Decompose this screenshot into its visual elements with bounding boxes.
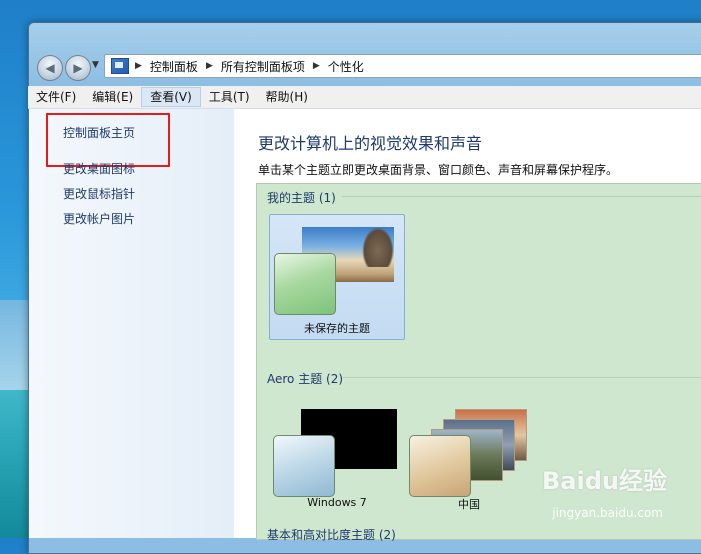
window-titlebar: ◀ ▶ ▼ ▶ 控制面板 ▶ 所有控制面板项 ▶ 个性化 [29,23,701,87]
menu-tools[interactable]: 工具(T) [201,87,258,107]
recent-pages-dropdown-icon[interactable]: ▼ [92,60,99,70]
change-mouse-pointers-link[interactable]: 更改鼠标指针 [63,185,135,202]
task-sidebar: 控制面板主页 更改桌面图标 更改鼠标指针 更改帐户图片 [29,109,234,538]
window-color-swatch-green [274,253,336,315]
breadcrumb-item[interactable]: 控制面板 [150,58,198,75]
change-desktop-icons-link[interactable]: 更改桌面图标 [63,160,135,177]
window-color-swatch-sand[interactable] [409,435,471,497]
theme-label[interactable]: 中国 [439,496,499,512]
back-button[interactable]: ◀ [37,55,63,81]
page-description: 单击某个主题立即更改桌面背景、窗口颜色、声音和屏幕保护程序。 [258,163,619,177]
theme-unsaved[interactable]: 未保存的主题 [269,214,405,340]
menu-help[interactable]: 帮助(H) [258,87,316,107]
breadcrumb-chevron-icon[interactable]: ▶ [206,61,213,71]
theme-label: 未保存的主题 [304,322,370,335]
theme-label[interactable]: Windows 7 [297,496,377,509]
menu-file[interactable]: 文件(F) [28,87,84,107]
control-panel-home-link[interactable]: 控制面板主页 [63,124,135,141]
control-panel-icon [111,58,129,74]
watermark-url: jingyan.baidu.com [552,506,663,520]
menu-bar: 文件(F) 编辑(E) 查看(V) 工具(T) 帮助(H) [28,86,701,109]
basic-themes-heading: 基本和高对比度主题 (2) [267,528,396,542]
watermark-logo: Baidu经验 [542,467,667,495]
page-title: 更改计算机上的视觉效果和声音 [258,134,483,153]
forward-button[interactable]: ▶ [65,55,91,81]
my-themes-heading: 我的主题 (1) [267,191,336,205]
menu-edit[interactable]: 编辑(E) [84,87,141,107]
address-bar[interactable]: ▶ 控制面板 ▶ 所有控制面板项 ▶ 个性化 [104,54,701,78]
breadcrumb-chevron-icon[interactable]: ▶ [313,61,320,71]
breadcrumb-chevron-icon[interactable]: ▶ [135,61,142,71]
aero-themes-heading: Aero 主题 (2) [267,372,344,386]
window-color-swatch-blue[interactable] [273,435,335,497]
change-account-picture-link[interactable]: 更改帐户图片 [63,210,135,227]
breadcrumb-item[interactable]: 个性化 [328,58,364,75]
menu-view[interactable]: 查看(V) [141,87,201,107]
section-divider [342,196,701,197]
section-divider [343,377,701,378]
breadcrumb-item[interactable]: 所有控制面板项 [221,58,305,75]
